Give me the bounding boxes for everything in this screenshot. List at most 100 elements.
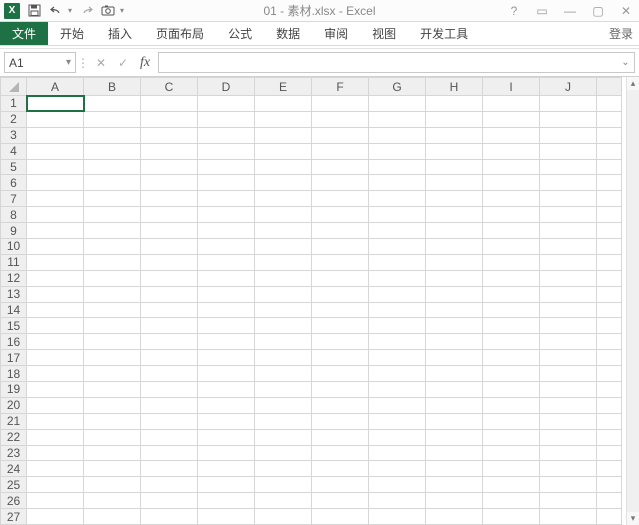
cell-overflow[interactable]: [597, 286, 622, 302]
cell[interactable]: [198, 207, 255, 223]
cell[interactable]: [540, 143, 597, 159]
cell[interactable]: [27, 334, 84, 350]
cell[interactable]: [198, 413, 255, 429]
row-header[interactable]: 3: [1, 127, 27, 143]
cell[interactable]: [141, 96, 198, 112]
cell[interactable]: [540, 477, 597, 493]
cell[interactable]: [369, 382, 426, 398]
cell[interactable]: [312, 382, 369, 398]
cell[interactable]: [255, 239, 312, 255]
spreadsheet-grid[interactable]: ABCDEFGHIJ123456789101112131415161718192…: [0, 77, 622, 525]
cell[interactable]: [141, 382, 198, 398]
scroll-up-button[interactable]: ▴: [627, 77, 639, 90]
cell[interactable]: [369, 223, 426, 239]
cell[interactable]: [27, 143, 84, 159]
help-button[interactable]: ?: [505, 3, 523, 19]
cell-overflow[interactable]: [597, 413, 622, 429]
cell[interactable]: [255, 191, 312, 207]
scroll-down-button[interactable]: ▾: [627, 512, 639, 525]
cell[interactable]: [312, 318, 369, 334]
cell[interactable]: [369, 127, 426, 143]
cell-overflow[interactable]: [597, 461, 622, 477]
cell[interactable]: [312, 127, 369, 143]
cell[interactable]: [426, 302, 483, 318]
cell[interactable]: [27, 493, 84, 509]
cell[interactable]: [198, 397, 255, 413]
cell[interactable]: [540, 366, 597, 382]
cell-overflow[interactable]: [597, 350, 622, 366]
cell-overflow[interactable]: [597, 477, 622, 493]
row-header[interactable]: 20: [1, 397, 27, 413]
cell[interactable]: [426, 509, 483, 525]
cell[interactable]: [27, 445, 84, 461]
cell[interactable]: [84, 191, 141, 207]
cell-overflow[interactable]: [597, 397, 622, 413]
vertical-scrollbar[interactable]: ▴ ▾: [626, 77, 639, 525]
ribbon-display-options-icon[interactable]: ▭: [533, 3, 551, 19]
cell-overflow[interactable]: [597, 175, 622, 191]
formula-input[interactable]: [163, 56, 613, 70]
cell[interactable]: [27, 270, 84, 286]
cell[interactable]: [540, 127, 597, 143]
row-header[interactable]: 1: [1, 96, 27, 112]
minimize-button[interactable]: —: [561, 3, 579, 19]
cell[interactable]: [426, 127, 483, 143]
row-header[interactable]: 27: [1, 509, 27, 525]
cell[interactable]: [141, 111, 198, 127]
cell[interactable]: [198, 366, 255, 382]
cell[interactable]: [198, 350, 255, 366]
cell[interactable]: [540, 509, 597, 525]
cell[interactable]: [27, 254, 84, 270]
cell[interactable]: [198, 302, 255, 318]
cell[interactable]: [312, 111, 369, 127]
cell-overflow[interactable]: [597, 96, 622, 112]
cell[interactable]: [426, 477, 483, 493]
cell[interactable]: [369, 334, 426, 350]
cell[interactable]: [27, 191, 84, 207]
cell[interactable]: [312, 143, 369, 159]
cell[interactable]: [483, 461, 540, 477]
cell[interactable]: [84, 302, 141, 318]
cell[interactable]: [141, 191, 198, 207]
cell[interactable]: [84, 207, 141, 223]
cell[interactable]: [540, 493, 597, 509]
row-header[interactable]: 13: [1, 286, 27, 302]
cell[interactable]: [426, 207, 483, 223]
cell[interactable]: [255, 334, 312, 350]
cell[interactable]: [84, 239, 141, 255]
cell[interactable]: [540, 175, 597, 191]
cell[interactable]: [84, 366, 141, 382]
cell[interactable]: [312, 254, 369, 270]
cell[interactable]: [312, 286, 369, 302]
cell[interactable]: [426, 413, 483, 429]
cell[interactable]: [198, 111, 255, 127]
cell[interactable]: [84, 477, 141, 493]
cell[interactable]: [27, 350, 84, 366]
cell[interactable]: [141, 429, 198, 445]
cell[interactable]: [255, 445, 312, 461]
cell[interactable]: [369, 239, 426, 255]
cell[interactable]: [198, 382, 255, 398]
cell[interactable]: [27, 175, 84, 191]
cell[interactable]: [426, 429, 483, 445]
cell-overflow[interactable]: [597, 143, 622, 159]
cell[interactable]: [312, 334, 369, 350]
camera-icon[interactable]: [100, 3, 116, 19]
cell-overflow[interactable]: [597, 127, 622, 143]
cell-overflow[interactable]: [597, 270, 622, 286]
cell[interactable]: [369, 429, 426, 445]
row-header[interactable]: 24: [1, 461, 27, 477]
cell[interactable]: [312, 429, 369, 445]
cell[interactable]: [255, 318, 312, 334]
cell[interactable]: [312, 223, 369, 239]
cell[interactable]: [198, 223, 255, 239]
sign-in-link[interactable]: 登录: [603, 22, 639, 45]
cell[interactable]: [483, 509, 540, 525]
cell[interactable]: [141, 127, 198, 143]
cell[interactable]: [426, 382, 483, 398]
cell[interactable]: [84, 270, 141, 286]
cell-overflow[interactable]: [597, 429, 622, 445]
cell[interactable]: [255, 509, 312, 525]
cell[interactable]: [141, 493, 198, 509]
cell[interactable]: [540, 159, 597, 175]
